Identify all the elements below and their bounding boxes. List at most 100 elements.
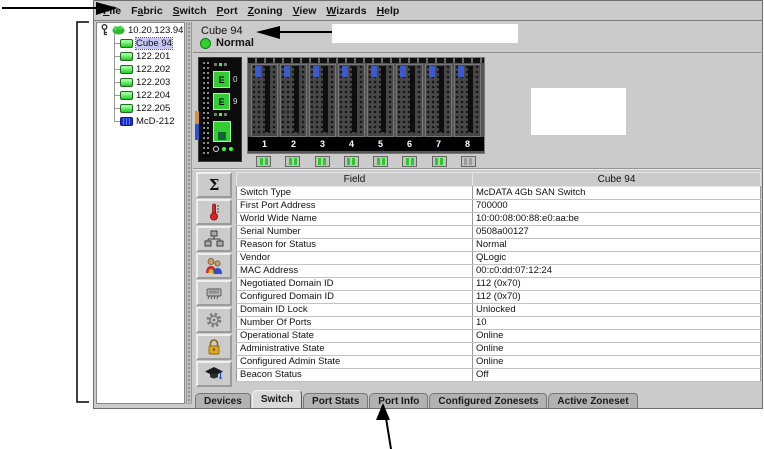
switch-content: Σ — [193, 170, 761, 391]
value-cell: 112 (0x70) — [473, 291, 761, 304]
led-bar — [411, 158, 414, 165]
indicator-glyphs — [213, 146, 233, 152]
bay-latch-icon — [381, 66, 386, 132]
value-cell: 10:00:08:00:88:e0:aa:be — [473, 213, 761, 226]
menu-port[interactable]: Port — [212, 5, 243, 17]
led-bar — [323, 158, 326, 165]
led-bar — [469, 158, 472, 165]
view-tabs-bar: DevicesSwitchPort StatsPort InfoConfigur… — [193, 391, 761, 408]
tab-active-zoneset[interactable]: Active Zoneset — [548, 393, 637, 408]
eport-0[interactable]: E — [213, 71, 230, 88]
port-led-cell — [396, 156, 423, 167]
field-cell: Configured Admin State — [237, 356, 473, 369]
field-cell: Vendor — [237, 252, 473, 265]
port-led-cell — [309, 156, 336, 167]
tree-item-label: 122.203 — [136, 77, 170, 88]
tree-item-122-205[interactable]: 122.205 — [97, 102, 184, 115]
port-led-cell — [279, 156, 306, 167]
hardware-button[interactable] — [196, 280, 232, 306]
led-bar — [435, 158, 438, 165]
padlock-icon — [206, 338, 222, 356]
port-led-cell — [250, 156, 277, 167]
port-led-row — [247, 156, 485, 167]
port-bay-3[interactable] — [309, 64, 336, 137]
tree-item-122-204[interactable]: 122.204 — [97, 89, 184, 102]
bay-clip-icon — [400, 66, 406, 77]
switch-node-icon — [120, 91, 133, 100]
port-bay-6[interactable] — [396, 64, 423, 137]
bay-number-label: 2 — [280, 139, 307, 149]
security-button[interactable] — [196, 334, 232, 360]
education-button[interactable] — [196, 361, 232, 387]
icon-toolbar: Σ — [196, 172, 232, 388]
eport-9[interactable]: E — [213, 93, 230, 110]
summary-sigma-button[interactable]: Σ — [196, 172, 232, 198]
bay-number-label: 8 — [454, 139, 481, 149]
port-status-led — [344, 156, 359, 167]
tree-item-label: Cube 94 — [136, 38, 172, 49]
switch-node-icon — [120, 65, 133, 74]
switch-table-body: Switch TypeMcDATA 4Gb SAN SwitchFirst Po… — [237, 187, 761, 382]
led-bar — [347, 158, 350, 165]
tree-item-cube-94[interactable]: Cube 94 — [97, 37, 184, 50]
menu-fabric[interactable]: Fabric — [126, 5, 168, 17]
settings-button[interactable] — [196, 307, 232, 333]
bay-latch-icon — [352, 66, 357, 132]
field-cell: World Wide Name — [237, 213, 473, 226]
tree-root-node[interactable]: 10.20.123.94 — [97, 23, 184, 37]
topology-button[interactable] — [196, 226, 232, 252]
gear-icon — [205, 311, 223, 329]
panel-splitter[interactable] — [186, 22, 192, 404]
switch-node-icon — [120, 104, 133, 113]
field-cell: Reason for Status — [237, 239, 473, 252]
main-panel: Cube 94 Normal E0E9 — [193, 22, 761, 408]
temperature-button[interactable] — [196, 199, 232, 225]
tab-port-stats[interactable]: Port Stats — [303, 393, 368, 408]
field-cell: Number Of Ports — [237, 317, 473, 330]
table-row: Domain ID LockUnlocked — [237, 304, 761, 317]
tab-configured-zonesets[interactable]: Configured Zonesets — [429, 393, 547, 408]
tab-devices[interactable]: Devices — [195, 393, 251, 408]
port-bay-4[interactable] — [338, 64, 365, 137]
bay-number-strip: 12345678 — [248, 137, 484, 151]
led-strip-mid — [214, 113, 227, 116]
users-button[interactable] — [196, 253, 232, 279]
tree-item-mcd-212[interactable]: McD-212 — [97, 115, 184, 128]
tree-item-122-203[interactable]: 122.203 — [97, 76, 184, 89]
value-cell: 700000 — [473, 200, 761, 213]
menu-zoning[interactable]: Zoning — [243, 5, 288, 17]
tab-switch[interactable]: Switch — [252, 390, 302, 408]
value-cell: 10 — [473, 317, 761, 330]
field-cell: MAC Address — [237, 265, 473, 278]
table-row: Reason for StatusNormal — [237, 239, 761, 252]
led-bar — [294, 158, 297, 165]
menu-file[interactable]: File — [98, 5, 126, 17]
eport-number-label: 9 — [233, 97, 237, 106]
menu-wizards[interactable]: Wizards — [321, 5, 371, 17]
bay-row — [248, 63, 484, 137]
tree-item-label: 122.202 — [136, 64, 170, 75]
tree-item-122-201[interactable]: 122.201 — [97, 50, 184, 63]
table-row: Beacon StatusOff — [237, 369, 761, 382]
module-tab-orange — [195, 111, 199, 124]
tree-children: Cube 94 122.201 122.202 122.203122.204122.2… — [97, 37, 184, 128]
tab-port-info[interactable]: Port Info — [369, 393, 428, 408]
bay-clip-icon — [313, 66, 319, 77]
field-cell: First Port Address — [237, 200, 473, 213]
port-bay-8[interactable] — [454, 64, 481, 137]
port-bay-5[interactable] — [367, 64, 394, 137]
led-bar — [352, 158, 355, 165]
port-bay-7[interactable] — [425, 64, 452, 137]
port-bay-1[interactable] — [251, 64, 278, 137]
field-cell: Switch Type — [237, 187, 473, 200]
ethernet-port[interactable] — [213, 121, 231, 142]
tree-item-label: 122.201 — [136, 51, 170, 62]
menu-help[interactable]: Help — [372, 5, 405, 17]
tree-item-122-202[interactable]: 122.202 — [97, 63, 184, 76]
tree-item-label: 122.205 — [136, 103, 170, 114]
port-led-cell — [367, 156, 394, 167]
menu-switch[interactable]: Switch — [168, 5, 212, 17]
port-bay-2[interactable] — [280, 64, 307, 137]
menu-view[interactable]: View — [288, 5, 322, 17]
field-cell: Operational State — [237, 330, 473, 343]
